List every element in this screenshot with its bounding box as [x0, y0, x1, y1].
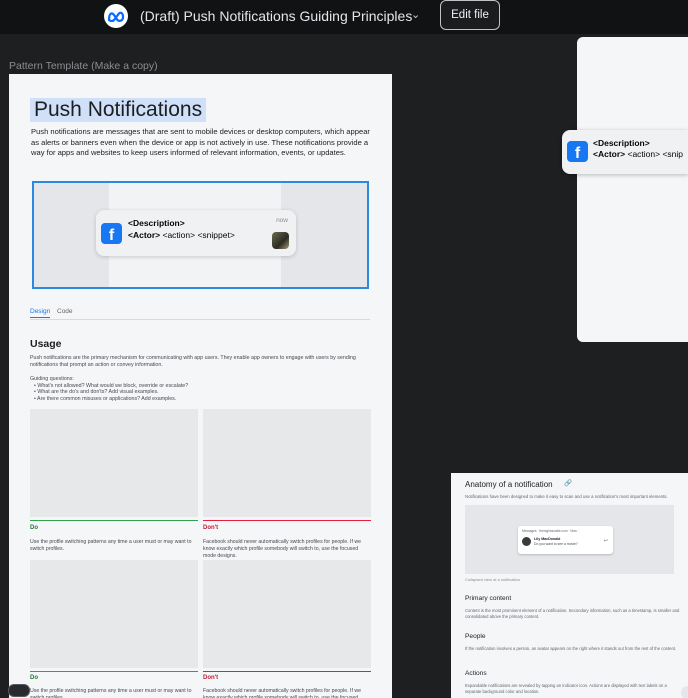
sample-notification: Messages · thenightonwalk.com · Now · Li… [518, 526, 613, 554]
notification-description: <Description> [593, 138, 650, 148]
notification-time: now [276, 217, 288, 224]
notification-line: <Actor> <action> <snippet> [128, 230, 235, 240]
dont-example-image [203, 409, 371, 517]
do-example-image [30, 560, 198, 668]
actions-heading: Actions [465, 670, 487, 677]
anatomy-illustration: Messages · thenightonwalk.com · Now · Li… [465, 505, 674, 574]
avatar [272, 232, 289, 249]
primary-content-text: Content is the most prominent element of… [465, 608, 680, 619]
dont-example-image [203, 560, 371, 668]
people-text: If the notification involves a person, a… [465, 646, 677, 651]
page-title: Push Notifications [30, 98, 207, 122]
tab-design[interactable]: Design [30, 308, 51, 318]
facebook-icon: f [567, 141, 588, 162]
do-label: Do [30, 525, 38, 531]
sample-notification-header: Messages · thenightonwalk.com · Now · [522, 529, 579, 533]
notification-line: <Actor> <action> <snip [593, 149, 683, 159]
dont-description: Facebook should never automatically swit… [203, 539, 362, 559]
do-description: Use the profile switching patterns any t… [30, 688, 192, 698]
notification-actor: <Actor> [593, 149, 626, 159]
illustration-caption: Collapsed view of a notification [465, 577, 520, 582]
guiding-questions-list: What's not allowed? What would we block,… [34, 383, 188, 402]
link-icon[interactable]: 🔗 [564, 479, 572, 487]
intro-text: Push notifications are messages that are… [31, 127, 370, 157]
guiding-questions-title: Guiding questions: [30, 376, 74, 382]
actions-text: Expandable notifications are revealed by… [465, 683, 667, 694]
file-title[interactable]: (Draft) Push Notifications Guiding Princ… [140, 8, 412, 24]
dont-description: Facebook should never automatically swit… [203, 688, 362, 698]
notification-preview[interactable]: f <Description> <Actor> <action> <snippe… [32, 181, 369, 289]
minimap-toggle-button[interactable] [8, 684, 30, 697]
do-label: Do [30, 675, 38, 681]
dont-divider [203, 520, 371, 521]
edit-file-button[interactable]: Edit file [440, 0, 500, 30]
avatar [522, 537, 531, 546]
help-button[interactable] [681, 686, 688, 698]
meta-logo-icon[interactable] [104, 4, 128, 28]
anatomy-heading: Anatomy of a notification [465, 480, 553, 489]
sample-notification-message: Do you want to see a movie? [534, 542, 578, 546]
usage-heading: Usage [30, 338, 62, 350]
chevron-down-icon[interactable]: ⌄ [411, 8, 420, 21]
anatomy-frame[interactable]: Anatomy of a notification 🔗 Notification… [451, 473, 688, 698]
list-item: Are there common misuses or applications… [34, 396, 188, 402]
notification-action-snippet: <action> <snippet> [160, 230, 235, 240]
do-description: Use the profile switching patterns any t… [30, 539, 192, 552]
dont-label: Don't [203, 675, 219, 681]
primary-content-heading: Primary content [465, 595, 512, 602]
facebook-icon: f [101, 223, 122, 244]
notification-action-snippet: <action> <snip [625, 149, 684, 159]
notification-description: <Description> [128, 218, 185, 228]
tab-code[interactable]: Code [57, 308, 73, 315]
reply-icon: ↩ [603, 538, 608, 544]
frame-label[interactable]: Pattern Template (Make a copy) [9, 60, 158, 72]
notification-card[interactable]: f <Description> <Actor> <action> <snip [562, 130, 688, 174]
dont-divider [203, 671, 371, 672]
do-example-image [30, 409, 198, 517]
tab-bar: Design Code [30, 308, 370, 320]
component-frame[interactable] [577, 37, 688, 342]
usage-paragraph: Push notifications are the primary mecha… [30, 355, 356, 369]
dont-label: Don't [203, 525, 219, 531]
do-divider [30, 671, 198, 672]
top-bar: (Draft) Push Notifications Guiding Princ… [0, 0, 688, 34]
sample-notification-name: Lily MacDonald [534, 537, 561, 541]
people-heading: People [465, 633, 486, 640]
do-divider [30, 520, 198, 521]
notification-actor: <Actor> [128, 230, 161, 240]
notification-card[interactable]: f <Description> <Actor> <action> <snippe… [96, 210, 296, 256]
anatomy-intro: Notifications have been designed to make… [465, 494, 668, 499]
pattern-template-frame[interactable]: Push Notifications Push notifications ar… [9, 74, 392, 698]
